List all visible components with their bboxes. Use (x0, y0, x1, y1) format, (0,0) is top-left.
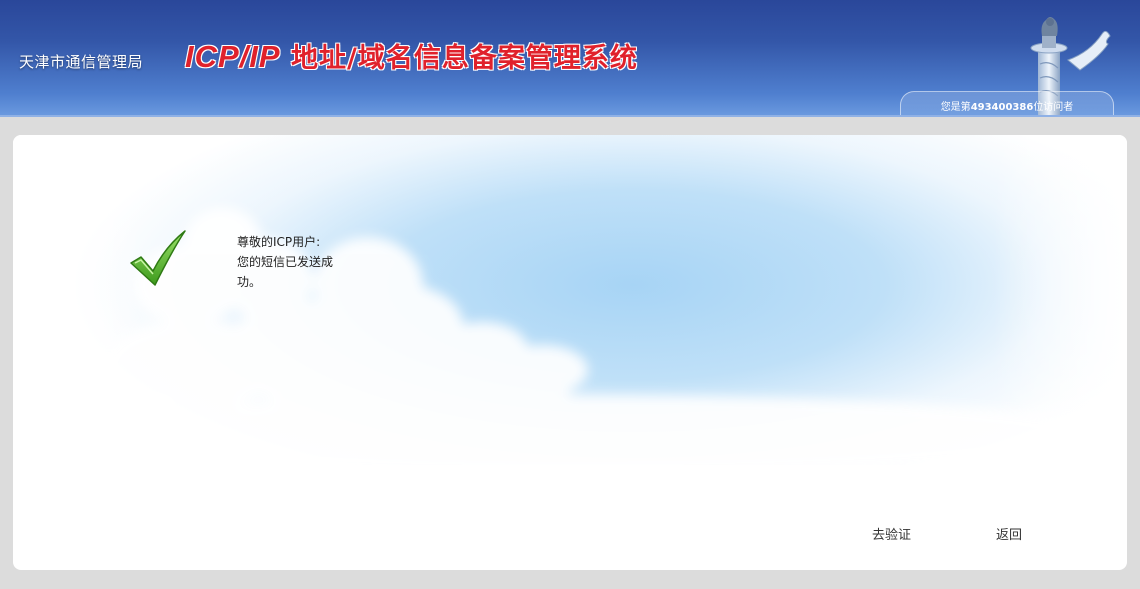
success-check-icon (130, 230, 186, 286)
sky-edge-fade (13, 135, 1127, 465)
visitor-counter-box: 您是第493400386位访问者 (900, 91, 1114, 117)
success-message: 尊敬的ICP用户: 您的短信已发送成 功。 (237, 232, 355, 292)
back-link[interactable]: 返回 (996, 524, 1022, 543)
message-greeting: 尊敬的ICP用户: (237, 235, 321, 249)
system-title: ICP/IP 地址/域名信息备案管理系统 (185, 36, 638, 75)
message-line-2: 功。 (237, 275, 262, 289)
bureau-name: 天津市通信管理局 (19, 53, 144, 71)
visitor-count: 493400386 (970, 102, 1034, 113)
content-card: 尊敬的ICP用户: 您的短信已发送成 功。 去验证 返回 (13, 135, 1127, 570)
header-banner: 天津市通信管理局 ICP/IP 地址/域名信息备案管理系统 您是第4934003… (0, 0, 1140, 117)
message-line-1: 您的短信已发送成 (237, 255, 334, 269)
visitor-counter: 您是第493400386位访问者 (940, 102, 1074, 113)
system-title-prefix: ICP/IP (185, 39, 281, 74)
go-verify-link[interactable]: 去验证 (872, 524, 911, 543)
system-title-text: 地址/域名信息备案管理系统 (280, 43, 638, 74)
